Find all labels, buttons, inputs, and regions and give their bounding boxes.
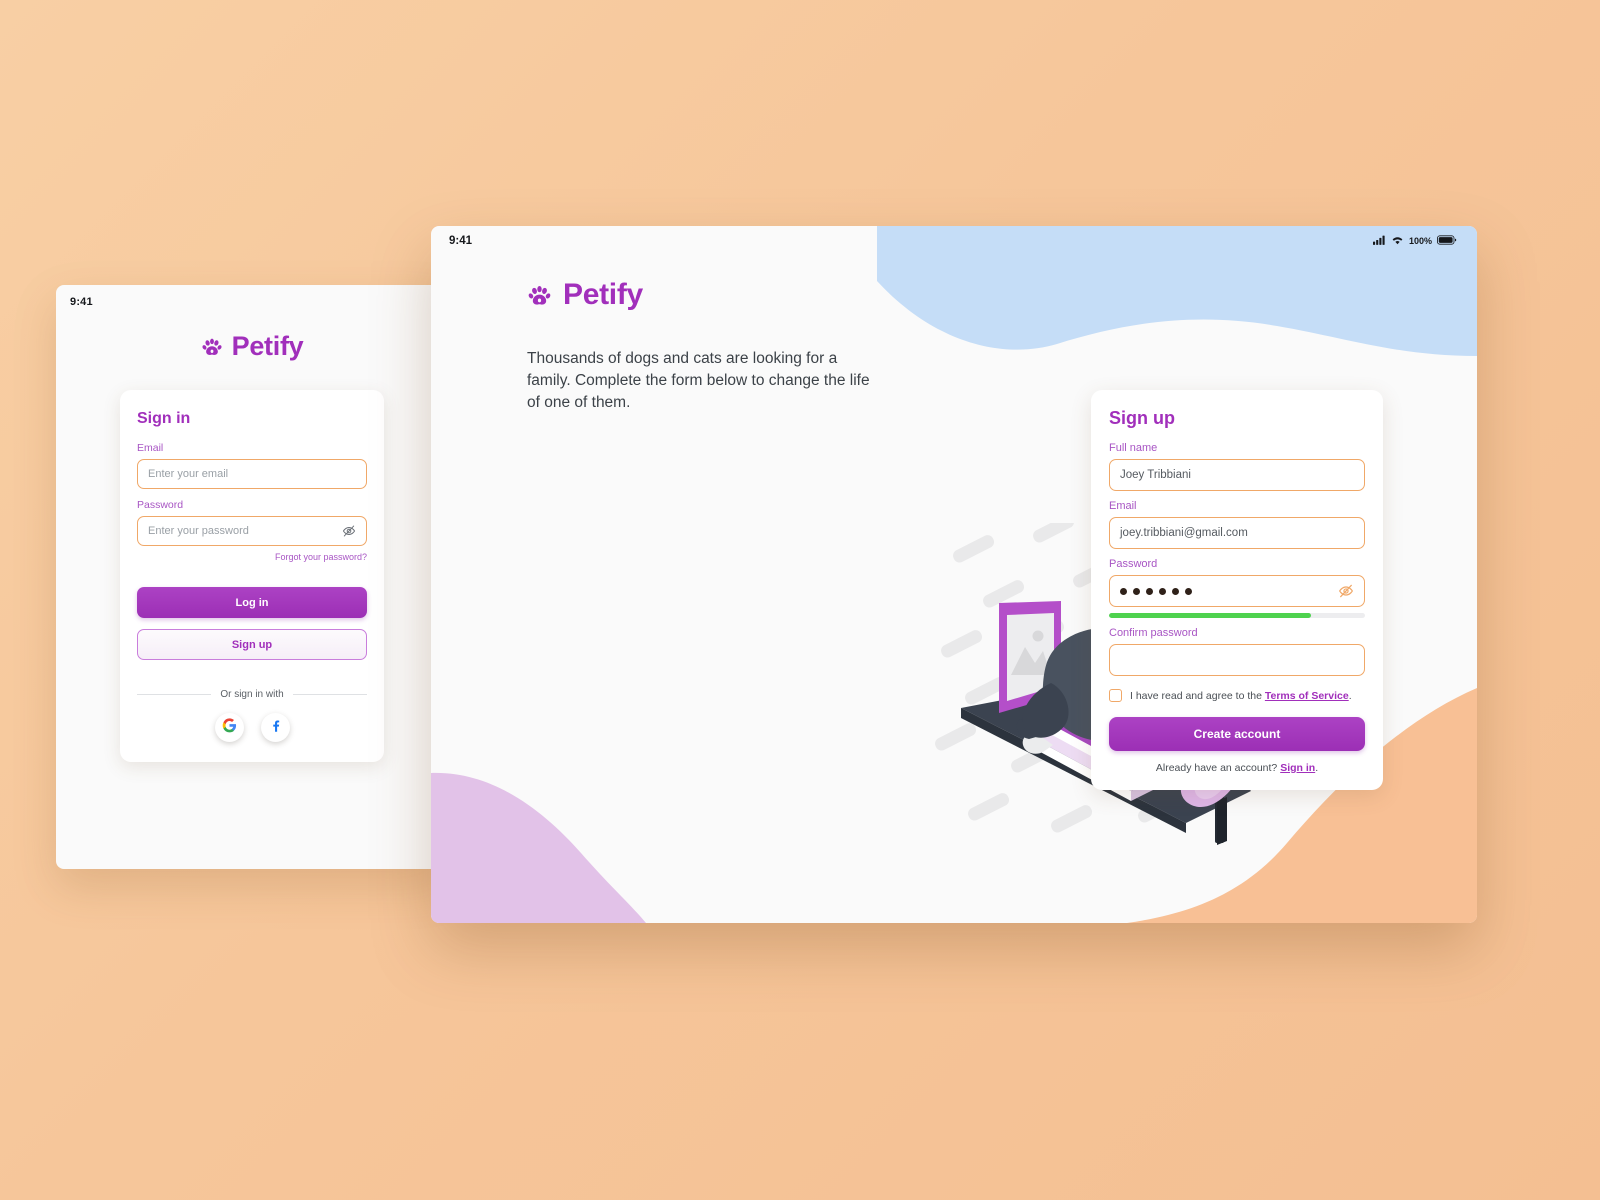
- signin-email-input[interactable]: Enter your email: [137, 459, 367, 489]
- terms-of-service-link[interactable]: Terms of Service: [1265, 690, 1349, 702]
- phone-status-bar: 9:41: [56, 285, 448, 319]
- signup-email-field: Email joey.tribbiani@gmail.com: [1109, 500, 1365, 549]
- create-account-button[interactable]: Create account: [1109, 717, 1365, 751]
- signup-fullname-input[interactable]: Joey Tribbiani: [1109, 459, 1365, 491]
- signin-password-label: Password: [137, 499, 184, 511]
- sign-up-card: Sign up Full name Joey Tribbiani Email j…: [1091, 390, 1383, 790]
- terms-suffix: .: [1348, 689, 1352, 702]
- signup-confirm-input[interactable]: [1109, 644, 1365, 676]
- signin-email-placeholder: Enter your email: [148, 468, 229, 480]
- signup-confirm-field: Confirm password: [1109, 627, 1365, 676]
- tablet-clock: 9:41: [449, 235, 473, 247]
- password-masked-value: [1120, 587, 1338, 595]
- signup-email-label: Email: [1109, 500, 1137, 512]
- already-have-account-row: Already have an account? Sign in.: [1109, 762, 1365, 774]
- tablet-brand: Petify: [527, 278, 1477, 312]
- forgot-password-link[interactable]: Forgot your password?: [137, 552, 367, 562]
- signin-email-label: Email: [137, 442, 164, 454]
- signin-email-field: Email Enter your email: [137, 442, 367, 489]
- signup-confirm-label: Confirm password: [1109, 627, 1198, 639]
- brand-name: Petify: [563, 278, 643, 311]
- phone-mockup: 9:41 Petify Sign in Email Enter your ema…: [56, 285, 448, 869]
- terms-prefix: I have read and agree to the: [1130, 689, 1265, 702]
- sign-in-link[interactable]: Sign in: [1280, 762, 1315, 774]
- login-button[interactable]: Log in: [137, 587, 367, 618]
- signup-button[interactable]: Sign up: [137, 629, 367, 660]
- battery-full-icon: [1437, 232, 1457, 250]
- divider-line-right: [292, 694, 368, 695]
- eye-off-icon[interactable]: [1338, 583, 1354, 599]
- tablet-status-icons: 100%: [1372, 232, 1457, 250]
- phone-clock: 9:41: [70, 296, 93, 308]
- signup-password-label: Password: [1109, 558, 1158, 570]
- purple-blob-decoration: [431, 772, 646, 923]
- wifi-icon: [1391, 232, 1404, 250]
- already-prefix: Already have an account?: [1155, 762, 1281, 774]
- paw-icon: [201, 336, 223, 358]
- google-signin-button[interactable]: [214, 713, 244, 742]
- signup-fullname-value: Joey Tribbiani: [1120, 469, 1191, 481]
- brand-name: Petify: [231, 331, 304, 361]
- cellular-signal-icon: [1372, 232, 1386, 250]
- signup-email-value: joey.tribbiani@gmail.com: [1120, 527, 1248, 539]
- tablet-mockup: 9:41 100% Petify Thousands of dogs and c…: [431, 226, 1477, 923]
- signup-password-input[interactable]: [1109, 575, 1365, 607]
- terms-checkbox[interactable]: [1109, 689, 1122, 702]
- signin-password-field: Password Enter your password Forgot your…: [137, 499, 367, 562]
- tagline-text: Thousands of dogs and cats are looking f…: [527, 350, 870, 411]
- divider-line-left: [137, 694, 212, 695]
- google-icon: [222, 717, 237, 738]
- eye-off-icon[interactable]: [342, 524, 356, 538]
- sign-in-title: Sign in: [137, 410, 191, 427]
- signin-password-input[interactable]: Enter your password: [137, 516, 367, 546]
- already-suffix: .: [1315, 762, 1319, 774]
- signup-password-field: Password: [1109, 558, 1365, 618]
- paw-icon: [527, 283, 552, 308]
- terms-agreement-row: I have read and agree to the Terms of Se…: [1109, 689, 1365, 702]
- facebook-signin-button[interactable]: [260, 713, 290, 742]
- terms-text: I have read and agree to the Terms of Se…: [1130, 690, 1352, 702]
- signup-fullname-field: Full name Joey Tribbiani: [1109, 442, 1365, 491]
- signup-fullname-label: Full name: [1109, 442, 1158, 454]
- social-divider: Or sign in with: [137, 689, 368, 700]
- divider-label: Or sign in with: [220, 689, 284, 700]
- signin-password-placeholder: Enter your password: [148, 525, 249, 537]
- facebook-icon: [268, 718, 283, 738]
- password-strength-fill: [1109, 613, 1312, 618]
- battery-percent-label: 100%: [1408, 236, 1432, 246]
- social-buttons: [137, 713, 367, 742]
- signup-email-input[interactable]: joey.tribbiani@gmail.com: [1109, 517, 1365, 549]
- password-strength-bar: [1109, 613, 1365, 618]
- phone-brand: Petify: [56, 331, 448, 362]
- sign-up-title: Sign up: [1109, 408, 1175, 428]
- sign-in-card: Sign in Email Enter your email Password …: [120, 390, 384, 762]
- tablet-status-bar: 9:41 100%: [431, 226, 1477, 256]
